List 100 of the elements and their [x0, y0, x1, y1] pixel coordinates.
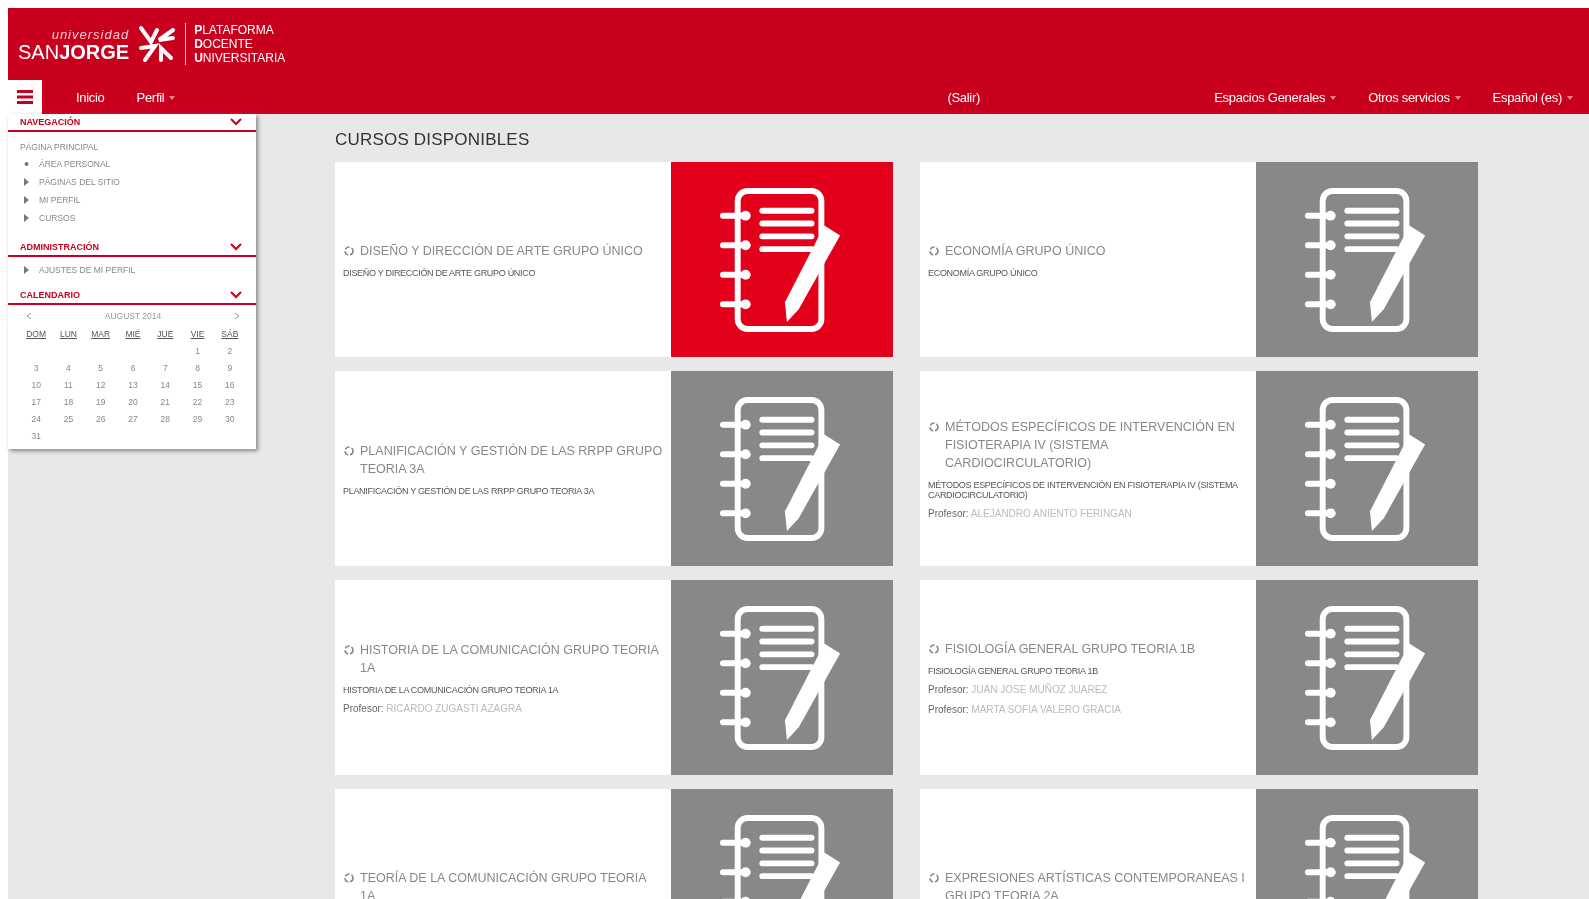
teacher-label: Profesor: — [343, 702, 384, 714]
calendar-day[interactable]: 3 — [33, 363, 39, 373]
weekday-label: SÁB — [221, 329, 239, 339]
calendar-day[interactable]: 21 — [160, 397, 170, 407]
calendar-day[interactable]: 5 — [98, 363, 104, 373]
menu-button[interactable] — [8, 80, 42, 114]
tree-item[interactable]: PÁGINAS DEL SITIO — [39, 177, 120, 187]
teacher-label: Profesor: — [928, 703, 969, 715]
next-month-icon[interactable] — [234, 313, 240, 319]
weekday-label: MAR — [91, 329, 111, 339]
calendar-day[interactable]: 29 — [192, 414, 203, 424]
block-title: ADMINISTRACIÓN — [20, 242, 99, 252]
calendar-day[interactable]: 13 — [128, 380, 138, 390]
logout-link[interactable]: (Salir) — [931, 89, 996, 105]
weekday-label: LUN — [59, 329, 77, 339]
calendar-day[interactable]: 7 — [162, 363, 168, 373]
calendar-day[interactable]: 15 — [192, 380, 203, 390]
calendar-day[interactable]: 26 — [95, 414, 106, 424]
platform-title: DOCENTE — [194, 37, 254, 51]
calendar-day[interactable]: 2 — [227, 346, 233, 356]
block-header[interactable]: CALENDARIO — [8, 287, 256, 305]
calendar-day[interactable]: 6 — [130, 363, 136, 373]
calendar-day[interactable]: 24 — [31, 414, 41, 424]
nav-link[interactable]: Español (es) — [1476, 89, 1589, 105]
course-icon — [928, 420, 940, 433]
calendar-day[interactable]: 10 — [31, 380, 41, 390]
course-icon — [343, 244, 355, 257]
calendar-day[interactable]: 31 — [31, 431, 41, 441]
page-heading: CURSOS DISPONIBLES — [335, 130, 531, 150]
course-summary: ECONOMÍA GRUPO ÚNICO — [928, 267, 1039, 278]
course-title[interactable]: HISTORIA DE LA COMUNICACIÓN GRUPO TEORIA 1A — [360, 640, 663, 677]
calendar-day[interactable]: 25 — [63, 414, 74, 424]
weekday-label: MIÉ — [125, 329, 141, 339]
calendar-day[interactable]: 22 — [192, 397, 203, 407]
teacher-label: Profesor: — [928, 507, 969, 519]
weekday-label: JUE — [157, 329, 174, 339]
menu-icon — [17, 90, 33, 104]
logo-text: SANJORGE — [18, 41, 130, 62]
course-icon — [928, 642, 940, 655]
nav-link[interactable]: Perfil — [120, 89, 192, 105]
previous-month-icon[interactable] — [26, 313, 32, 319]
course-icon — [928, 244, 940, 257]
calendar-day[interactable]: 20 — [128, 397, 138, 407]
teacher-link[interactable]: MARTA SOFIA VALERO GRACIA — [971, 703, 1121, 715]
platform-title: PLATAFORMA — [194, 23, 275, 37]
course-icon — [928, 871, 940, 884]
caret-icon — [1454, 96, 1461, 101]
calendar-day[interactable]: 19 — [95, 397, 106, 407]
course-title[interactable]: DISEÑO Y DIRECCIÓN DE ARTE GRUPO ÚNICO — [360, 241, 643, 260]
teacher-link[interactable]: JUAN JOSE MUÑOZ JUAREZ — [971, 683, 1108, 695]
caret-icon — [1330, 96, 1337, 101]
tree-item[interactable]: ÁREA PERSONAL — [39, 159, 111, 169]
calendar-day[interactable]: 16 — [225, 380, 235, 390]
calendar-day[interactable]: 12 — [95, 380, 106, 390]
calendar-day[interactable]: 18 — [63, 397, 74, 407]
course-summary: PLANIFICACIÓN Y GESTIÓN DE LAS RRPP GRUPO TEORIA 3A — [343, 485, 596, 496]
course-icon — [343, 871, 355, 884]
tree-item[interactable]: PÁGINA PRINCIPAL — [20, 142, 246, 152]
calendar-day[interactable]: 27 — [128, 414, 138, 424]
calendar-day[interactable]: 23 — [225, 397, 235, 407]
tree-item[interactable]: MI PERFIL — [39, 195, 81, 205]
calendar-day[interactable]: 28 — [160, 414, 170, 424]
nav-link[interactable]: Otros servicios — [1352, 89, 1477, 105]
course-title[interactable]: FISIOLOGÍA GENERAL GRUPO TEORIA 1B — [945, 639, 1196, 658]
course-title[interactable]: PLANIFICACIÓN Y GESTIÓN DE LAS RRPP GRUPO TEORIA 3A — [360, 441, 663, 478]
teacher-link[interactable]: RICARDO ZUGASTI AZAGRA — [386, 702, 522, 714]
block-header[interactable]: NAVEGACIÓN — [8, 114, 256, 132]
nav-link[interactable]: Inicio — [42, 89, 121, 105]
nav-link[interactable]: Espacios Generales — [1198, 89, 1353, 105]
course-summary: MÉTODOS ESPECÍFICOS DE INTERVENCIÓN EN FISIOTERAPIA IV (SISTEMA CARDIOCIRCULATORIO) — [928, 479, 1239, 500]
course-title[interactable]: EXPRESIONES ARTÍSTICAS CONTEMPORANEAS I GRUPO TEORIA 2A — [945, 868, 1248, 899]
calendar-day[interactable]: 4 — [66, 363, 71, 373]
course-title[interactable]: MÉTODOS ESPECÍFICOS DE INTERVENCIÓN EN FISIOTERAPIA IV (SISTEMA CARDIOCIRCULATORIO) — [945, 417, 1248, 472]
caret-icon — [1567, 96, 1573, 101]
teacher-link[interactable]: ALEJANDRO ANIENTO FERINGAN — [970, 507, 1132, 519]
course-summary: HISTORIA DE LA COMUNICACIÓN GRUPO TEORIA 1A — [343, 684, 560, 695]
tree-item[interactable]: CURSOS — [39, 213, 76, 223]
block-title: NAVEGACIÓN — [20, 117, 81, 127]
block-header[interactable]: ADMINISTRACIÓN — [8, 239, 256, 257]
calendar-day[interactable]: 17 — [31, 397, 41, 407]
platform-title: UNIVERSITARIA — [194, 51, 286, 65]
weekday-label: DOM — [26, 329, 47, 339]
course-summary: DISEÑO Y DIRECCIÓN DE ARTE GRUPO ÚNICO — [343, 267, 537, 278]
weekday-label: VIE — [190, 329, 205, 339]
calendar-day[interactable]: 9 — [227, 363, 233, 373]
teacher-label: Profesor: — [928, 683, 969, 695]
logo-text: universidad — [51, 26, 130, 42]
tree-item[interactable]: AJUSTES DE MI PERFIL — [39, 265, 136, 275]
course-title[interactable]: ECONOMÍA GRUPO ÚNICO — [945, 241, 1106, 260]
course-icon — [343, 444, 355, 457]
course-title[interactable]: TEORÍA DE LA COMUNICACIÓN GRUPO TEORIA 1A — [360, 868, 663, 899]
calendar-day[interactable]: 30 — [225, 414, 235, 424]
calendar-day[interactable]: 14 — [160, 380, 170, 390]
calendar-day[interactable]: 11 — [64, 380, 73, 390]
calendar-day[interactable]: 1 — [195, 346, 200, 356]
course-icon — [343, 643, 355, 656]
calendar-month: AUGUST 2014 — [104, 311, 162, 321]
caret-icon — [169, 96, 176, 101]
course-summary: FISIOLOGÍA GENERAL GRUPO TEORIA 1B — [928, 665, 1099, 676]
calendar-day[interactable]: 8 — [195, 363, 200, 373]
